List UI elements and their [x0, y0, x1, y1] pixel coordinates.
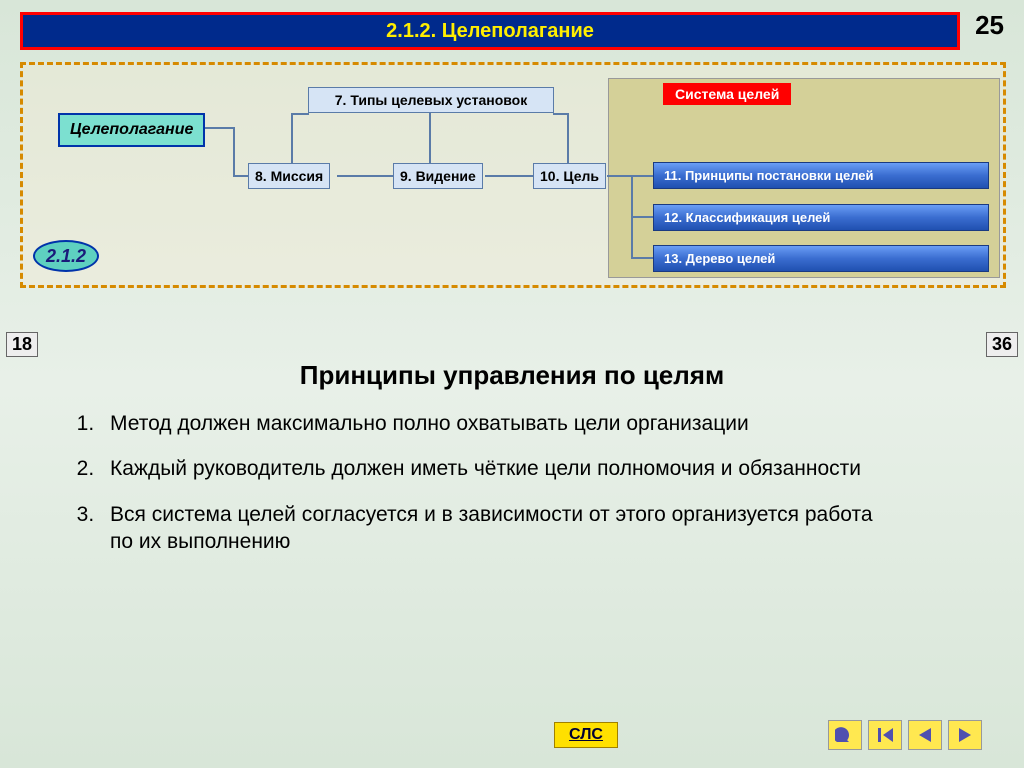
connector: [567, 113, 569, 163]
node-13[interactable]: 13. Дерево целей: [653, 245, 989, 272]
node-7[interactable]: 7. Типы целевых установок: [308, 87, 554, 113]
node-12[interactable]: 12. Классификация целей: [653, 204, 989, 231]
connector: [233, 175, 248, 177]
node-10[interactable]: 10. Цель: [533, 163, 606, 189]
connector: [631, 216, 653, 218]
connector: [233, 127, 235, 175]
node-8[interactable]: 8. Миссия: [248, 163, 330, 189]
content-list: Метод должен максимально полно охватыват…: [100, 410, 900, 573]
connector: [631, 257, 653, 259]
nav-first-button[interactable]: [868, 720, 902, 750]
connector: [205, 127, 235, 129]
diagram-container: Система целей Целеполагание 7. Типы целе…: [20, 62, 1006, 288]
system-goals-label: Система целей: [663, 83, 791, 105]
header-bar: 2.1.2. Целеполагание: [20, 12, 960, 50]
node-9[interactable]: 9. Видение: [393, 163, 483, 189]
content-title: Принципы управления по целям: [0, 360, 1024, 391]
connector: [429, 113, 431, 163]
node-main[interactable]: Целеполагание: [58, 113, 205, 147]
connector: [337, 175, 393, 177]
sls-button[interactable]: СЛС: [554, 722, 618, 748]
list-item: Метод должен максимально полно охватыват…: [100, 410, 900, 437]
nav-prev-button[interactable]: [908, 720, 942, 750]
nav-home-button[interactable]: [828, 720, 862, 750]
section-badge[interactable]: 2.1.2: [33, 240, 99, 272]
list-item: Вся система целей согласуется и в зависи…: [100, 501, 900, 556]
connector: [291, 113, 293, 163]
connector: [291, 113, 309, 115]
connector: [607, 175, 653, 177]
connector: [553, 113, 569, 115]
list-item: Каждый руководитель должен иметь чёткие …: [100, 455, 900, 482]
connector: [485, 175, 533, 177]
page-number: 25: [975, 10, 1004, 41]
nav-next-label[interactable]: 36: [986, 332, 1018, 357]
nav-next-button[interactable]: [948, 720, 982, 750]
nav-prev-label[interactable]: 18: [6, 332, 38, 357]
node-11[interactable]: 11. Принципы постановки целей: [653, 162, 989, 189]
header-title: 2.1.2. Целеполагание: [386, 20, 594, 43]
